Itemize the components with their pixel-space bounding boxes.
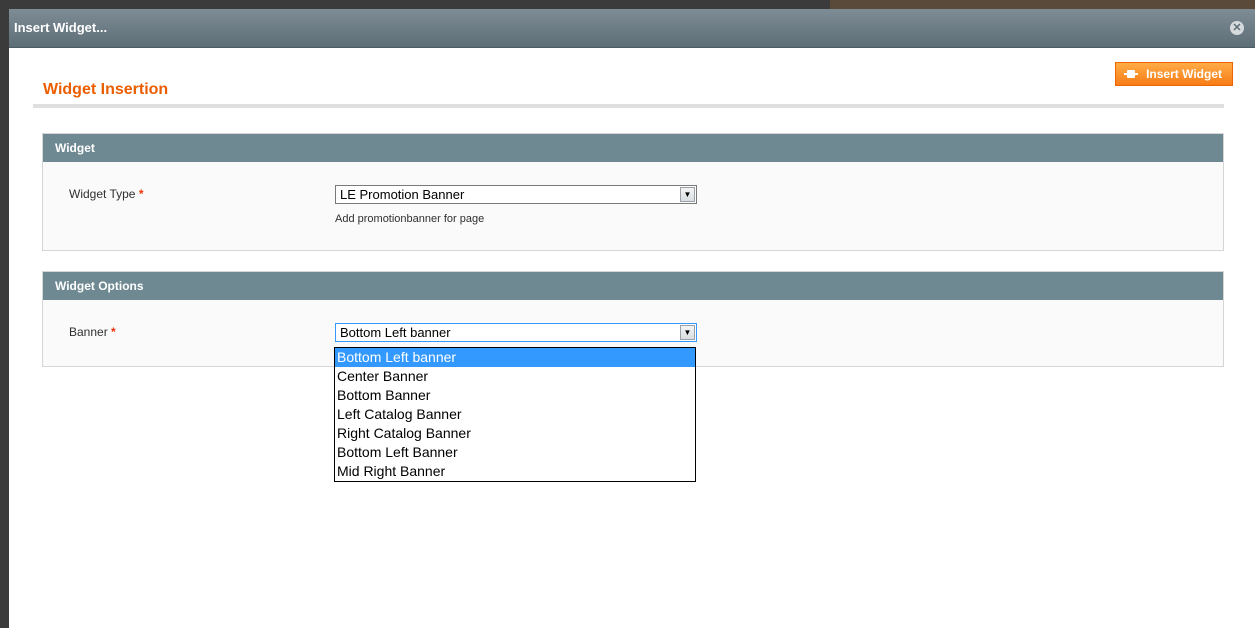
banner-select[interactable]: Bottom Left banner ▼ — [335, 323, 697, 342]
insert-widget-icon — [1124, 67, 1139, 81]
required-asterisk: * — [111, 325, 116, 339]
required-asterisk: * — [138, 187, 144, 201]
dropdown-option[interactable]: Mid Right Banner — [335, 462, 695, 481]
widget-fieldset: Widget Widget Type * LE Promotion Banner… — [42, 133, 1224, 251]
insert-widget-button-label: Insert Widget — [1146, 67, 1222, 81]
dialog-content: Widget Insertion Insert Widget Widget Wi… — [9, 48, 1255, 628]
close-icon[interactable]: ✕ — [1230, 21, 1244, 35]
insert-widget-dialog: Insert Widget... ✕ Widget Insertion Inse… — [9, 9, 1255, 628]
content-header: Widget Insertion Insert Widget — [33, 62, 1233, 108]
widget-type-label: Widget Type * — [69, 187, 144, 201]
chevron-down-icon[interactable]: ▼ — [680, 187, 695, 202]
widget-type-select[interactable]: LE Promotion Banner ▼ — [335, 185, 697, 204]
dialog-title: Insert Widget... — [14, 20, 108, 35]
widget-options-legend: Widget Options — [43, 272, 1223, 300]
backdrop-strip — [830, 0, 1255, 9]
banner-value: Bottom Left banner — [340, 325, 451, 340]
dialog-titlebar[interactable]: Insert Widget... ✕ — [9, 9, 1255, 48]
dropdown-option[interactable]: Bottom Left banner — [335, 348, 695, 367]
dropdown-option[interactable]: Bottom Left Banner — [335, 443, 695, 462]
dropdown-option[interactable]: Center Banner — [335, 367, 695, 386]
widget-type-label-text: Widget Type — [69, 187, 136, 201]
dropdown-option[interactable]: Right Catalog Banner — [335, 424, 695, 443]
insert-widget-button[interactable]: Insert Widget — [1115, 62, 1233, 86]
dropdown-option[interactable]: Left Catalog Banner — [335, 405, 695, 424]
page-title: Widget Insertion — [43, 81, 169, 98]
dropdown-option[interactable]: Bottom Banner — [335, 386, 695, 405]
widget-section-legend: Widget — [43, 134, 1223, 162]
banner-label: Banner * — [69, 325, 116, 339]
banner-dropdown-list: Bottom Left banner Center Banner Bottom … — [334, 347, 696, 482]
banner-label-text: Banner — [69, 325, 108, 339]
widget-type-value: LE Promotion Banner — [340, 187, 465, 202]
widget-type-note: Add promotionbanner for page — [335, 213, 485, 225]
chevron-down-icon[interactable]: ▼ — [680, 325, 695, 340]
